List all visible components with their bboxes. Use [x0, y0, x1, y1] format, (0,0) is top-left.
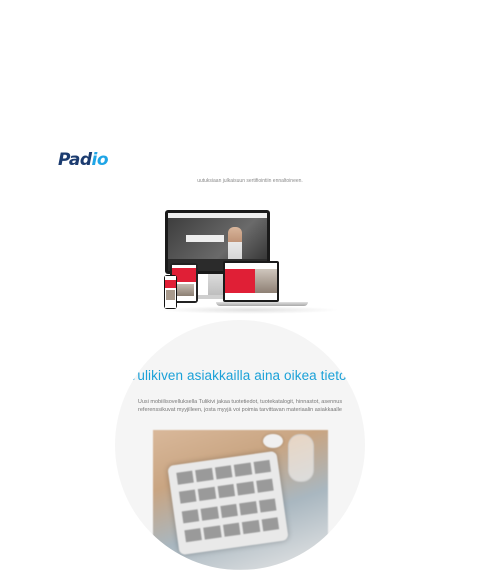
- laptop: [223, 261, 279, 302]
- padio-logo[interactable]: Padio: [58, 150, 109, 170]
- tablet-image: [167, 450, 289, 556]
- tablet-app-photo: [153, 430, 328, 570]
- responsive-devices-illustration: [150, 205, 350, 320]
- coffee-cup-image: [263, 434, 283, 448]
- logo-text-secondary: io: [91, 150, 109, 170]
- feature-description-line: referenssikuvat myyjilleen, josta myyjä …: [138, 407, 342, 413]
- hero-caption: uutuksiaan julkaisuun sertifiointiin enn…: [197, 178, 303, 184]
- smartphone: [164, 275, 177, 309]
- logo-text-primary: Pad: [58, 150, 92, 170]
- phone-screen: [165, 276, 176, 308]
- laptop-screen: [225, 263, 277, 300]
- feature-headline: Tulikiven asiakkailla aina oikea tieto.: [129, 368, 351, 383]
- feature-description: Uusi mobiilisovelluksella Tulikivi jakaa…: [117, 398, 363, 414]
- devices-shadow: [160, 306, 340, 314]
- feature-circle-panel: Tulikiven asiakkailla aina oikea tieto. …: [115, 320, 365, 570]
- wine-glass-image: [288, 434, 314, 482]
- feature-description-line: Uusi mobiilisovelluksella Tulikivi jakaa…: [137, 399, 343, 405]
- laptop-base: [216, 302, 308, 306]
